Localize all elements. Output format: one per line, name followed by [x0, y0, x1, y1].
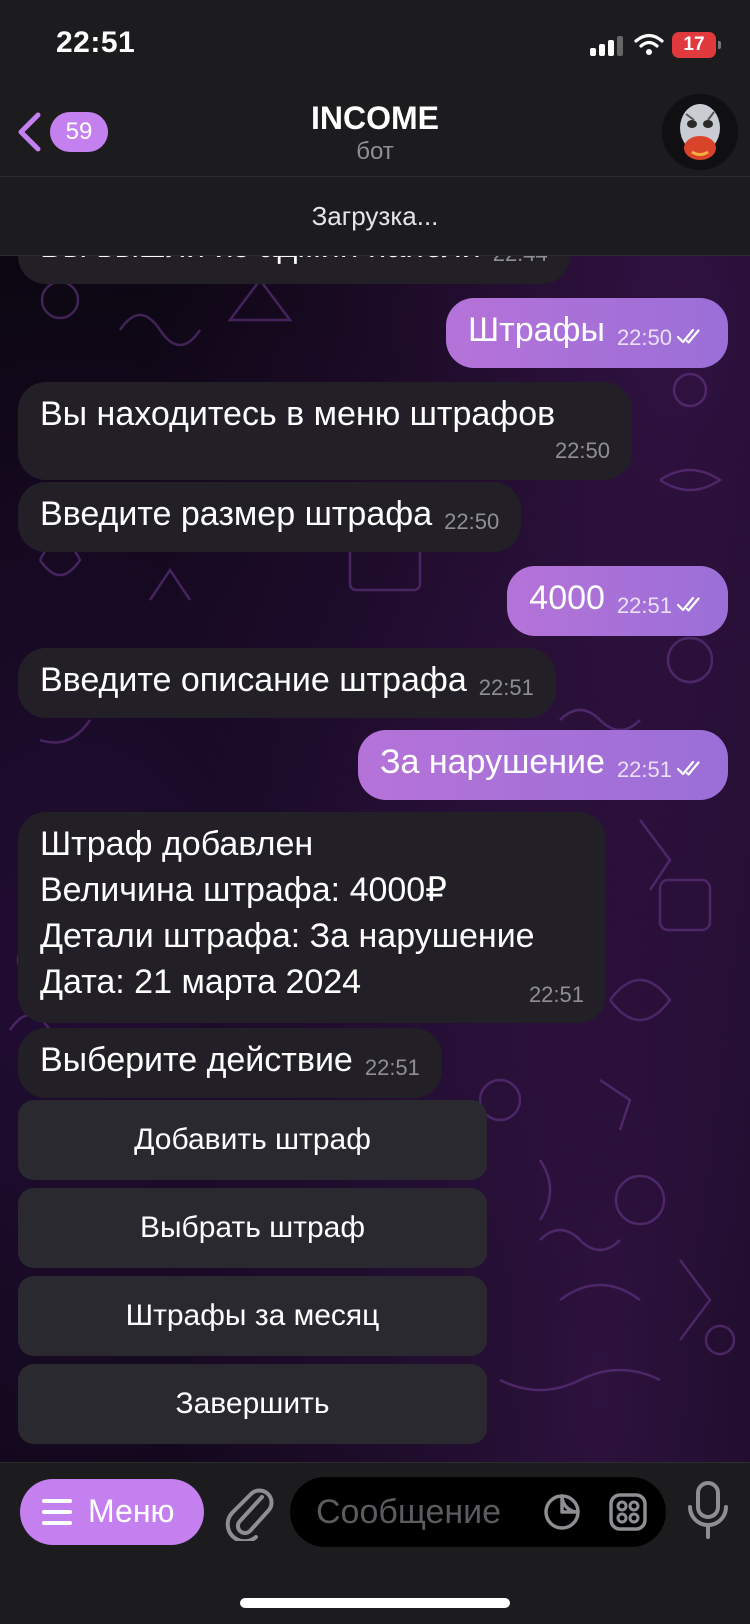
message-input[interactable]: Сообщение [290, 1477, 666, 1547]
finish-button[interactable]: Завершить [18, 1364, 487, 1444]
wifi-icon [634, 33, 664, 55]
message-placeholder: Сообщение [316, 1493, 502, 1531]
message-time: 22:51 [478, 675, 534, 700]
message-text: Введите описание штрафа [40, 661, 467, 699]
emoji-grid-icon[interactable] [608, 1492, 648, 1532]
outgoing-message: Штрафы 22:50 [445, 298, 728, 368]
incoming-message: Вы находитесь в меню штрафов 22:50 [18, 382, 632, 480]
add-fine-button[interactable]: Добавить штраф [18, 1100, 487, 1180]
message-text: За нарушение [379, 743, 605, 781]
double-check-icon [676, 596, 700, 612]
status-bar: 22:51 17 [0, 0, 750, 88]
message-line: Детали штрафа: За нарушение [40, 916, 535, 955]
microphone-icon[interactable] [686, 1479, 730, 1541]
message-text: 4000 [529, 579, 605, 617]
incoming-message: Введите описание штрафа 22:51 [18, 648, 556, 718]
message-line: Штраф добавлен [40, 825, 314, 863]
message-time: 22:50 [554, 437, 610, 463]
battery-icon: 17 [672, 32, 721, 58]
double-check-icon [676, 328, 700, 344]
message-time: 22:50 [616, 325, 672, 350]
select-fine-button[interactable]: Выбрать штраф [18, 1188, 487, 1268]
outgoing-message: За нарушение 22:51 [357, 730, 728, 800]
bot-menu-button[interactable]: Меню [20, 1479, 204, 1545]
chat-title[interactable]: INCOME [0, 100, 750, 137]
message-text: Штрафы [467, 311, 605, 349]
message-text: Выберите действие [40, 1041, 353, 1079]
battery-level: 17 [683, 34, 705, 55]
cellular-signal-icon [590, 36, 624, 56]
loading-banner: Загрузка... [0, 176, 750, 256]
home-indicator[interactable] [240, 1598, 510, 1608]
avatar-image [662, 94, 738, 170]
message-time: 22:51 [616, 757, 672, 782]
avatar[interactable] [662, 94, 738, 170]
double-check-icon [676, 760, 700, 776]
paperclip-icon[interactable] [222, 1483, 274, 1541]
message-text: Вы находитесь в меню штрафов [40, 395, 556, 433]
outgoing-message: 4000 22:51 [507, 566, 728, 636]
incoming-message: Выберите действие 22:51 [18, 1028, 442, 1098]
message-line: Величина штрафа: 4000₽ [40, 870, 447, 909]
message-text: Введите размер штрафа [40, 495, 433, 533]
menu-label: Меню [88, 1493, 175, 1529]
message-time: 22:50 [444, 509, 500, 534]
loading-text: Загрузка... [311, 201, 439, 231]
monthly-fines-button[interactable]: Штрафы за месяц [18, 1276, 487, 1356]
incoming-message: Введите размер штрафа 22:50 [18, 482, 522, 552]
chat-subtitle: бот [356, 138, 394, 165]
message-time: 22:51 [616, 593, 672, 618]
sticker-icon[interactable] [542, 1492, 582, 1532]
status-time: 22:51 [56, 26, 136, 59]
hamburger-icon [42, 1499, 72, 1525]
message-time: 22:51 [364, 1055, 420, 1080]
fine-summary-message: Штраф добавлен Величина штрафа: 4000₽ Де… [18, 812, 606, 1024]
chat-header: 59 INCOME бот [0, 88, 750, 176]
